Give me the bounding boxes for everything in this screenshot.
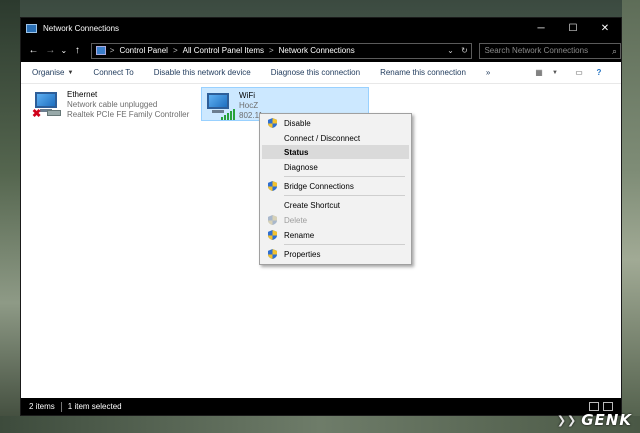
search-icon[interactable]: ⌕ [612,46,617,57]
adapter-status: Network cable unplugged [67,100,158,109]
breadcrumb-separator: > [268,46,274,55]
shield-icon [268,118,277,128]
list-item-ethernet[interactable]: ✖ Ethernet Network cable unplugged Realt… [32,90,189,120]
menu-item-label: Delete [284,215,308,225]
status-divider [60,401,62,412]
adapter-name: Ethernet [67,90,98,99]
menu-item-label: Diagnose [284,162,318,172]
organise-menu[interactable]: Organise ▼ [21,68,83,77]
selection-count: 1 item selected [67,402,122,411]
breadcrumb-separator: > [172,46,178,55]
forward-button[interactable]: → [42,42,59,59]
menu-item-disable[interactable]: Disable [262,116,409,130]
diagnose-connection-button[interactable]: Diagnose this connection [261,68,370,77]
rename-connection-button[interactable]: Rename this connection [370,68,476,77]
menu-separator [284,195,405,196]
menu-item-label: Bridge Connections [284,181,354,191]
status-bar: 2 items 1 item selected [21,398,621,415]
shield-icon [268,181,277,191]
menu-separator [284,244,405,245]
menu-item-properties[interactable]: Properties [262,247,409,261]
window-title: Network Connections [43,24,120,33]
context-menu: Disable Connect / Disconnect Status Diag… [259,113,412,265]
menu-item-create-shortcut[interactable]: Create Shortcut [262,198,409,212]
genk-watermark: ❯❯ GENK [557,411,632,429]
address-field[interactable]: > Control Panel > All Control Panel Item… [90,42,473,59]
refresh-button[interactable]: ↻ [457,46,471,55]
change-view-icon[interactable]: ▦ [529,68,549,77]
command-bar: Organise ▼ Connect To Disable this netwo… [21,62,621,84]
breadcrumb-separator: > [109,46,115,55]
details-view-icon[interactable] [589,402,599,411]
menu-item-connect-disconnect[interactable]: Connect / Disconnect [262,131,409,145]
connect-to-button[interactable]: Connect To [83,68,143,77]
large-icons-view-icon[interactable] [603,402,613,411]
adapter-device: Realtek PCIe FE Family Controller [67,110,190,119]
window-controls: ─ ☐ ✕ [525,18,621,39]
network-connections-icon [26,24,37,33]
breadcrumb-all-items[interactable]: All Control Panel Items [183,46,264,55]
preview-pane-icon[interactable]: ▭ [569,68,589,77]
breadcrumb-control-panel[interactable]: Control Panel [119,46,167,55]
navigation-bar: ← → ⌄ ↑ > Control Panel > All Control Pa… [21,39,621,62]
title-bar[interactable]: Network Connections ─ ☐ ✕ [21,18,621,39]
menu-item-label: Create Shortcut [284,200,341,210]
menu-item-status[interactable]: Status [262,145,409,159]
maximize-button[interactable]: ☐ [557,18,589,39]
watermark-arrows-icon: ❯❯ [556,413,578,427]
search-placeholder: Search Network Connections [484,46,589,55]
status-view-buttons [589,402,613,411]
view-options-chevron-down-icon[interactable]: ▼ [549,70,561,76]
shield-icon [268,249,277,259]
more-commands-button[interactable]: » [476,68,500,77]
desktop-background-bottom [0,416,640,433]
close-button[interactable]: ✕ [589,18,621,39]
shield-icon [268,230,277,240]
wifi-adapter-icon [204,91,235,121]
search-input[interactable]: Search Network Connections ⌕ [479,42,621,59]
item-count: 2 items [29,402,55,411]
recent-locations-button[interactable]: ⌄ [59,42,69,59]
menu-item-diagnose[interactable]: Diagnose [262,160,409,174]
menu-item-rename[interactable]: Rename [262,228,409,242]
disable-device-button[interactable]: Disable this network device [144,68,261,77]
menu-item-bridge-connections[interactable]: Bridge Connections [262,179,409,193]
control-panel-icon [95,46,106,55]
shield-icon [268,215,277,225]
watermark-text: GENK [581,411,632,429]
minimize-button[interactable]: ─ [525,18,557,39]
menu-item-label: Connect / Disconnect [284,133,361,143]
signal-strength-icon [221,108,235,120]
organise-label: Organise [32,68,65,77]
address-dropdown-button[interactable]: ⌄ [443,46,457,55]
menu-separator [284,176,405,177]
back-button[interactable]: ← [25,42,42,59]
chevron-down-icon: ▼ [67,69,74,76]
desktop-background-right [622,0,640,433]
menu-item-label: Properties [284,249,321,259]
up-button[interactable]: ↑ [69,42,86,59]
adapter-name: WiFi [239,91,255,100]
disconnected-icon: ✖ [32,108,42,120]
menu-item-label: Disable [284,118,311,128]
menu-item-label: Status [284,147,309,157]
view-controls: ▦ ▼ ▭ ? [529,68,609,77]
help-icon[interactable]: ? [589,68,609,77]
adapter-status: HocZ [239,101,259,110]
desktop-background-left [0,0,20,433]
menu-item-label: Rename [284,230,315,240]
breadcrumb-network-connections[interactable]: Network Connections [279,46,355,55]
ethernet-adapter-icon: ✖ [32,90,62,120]
menu-item-delete[interactable]: Delete [262,213,409,227]
